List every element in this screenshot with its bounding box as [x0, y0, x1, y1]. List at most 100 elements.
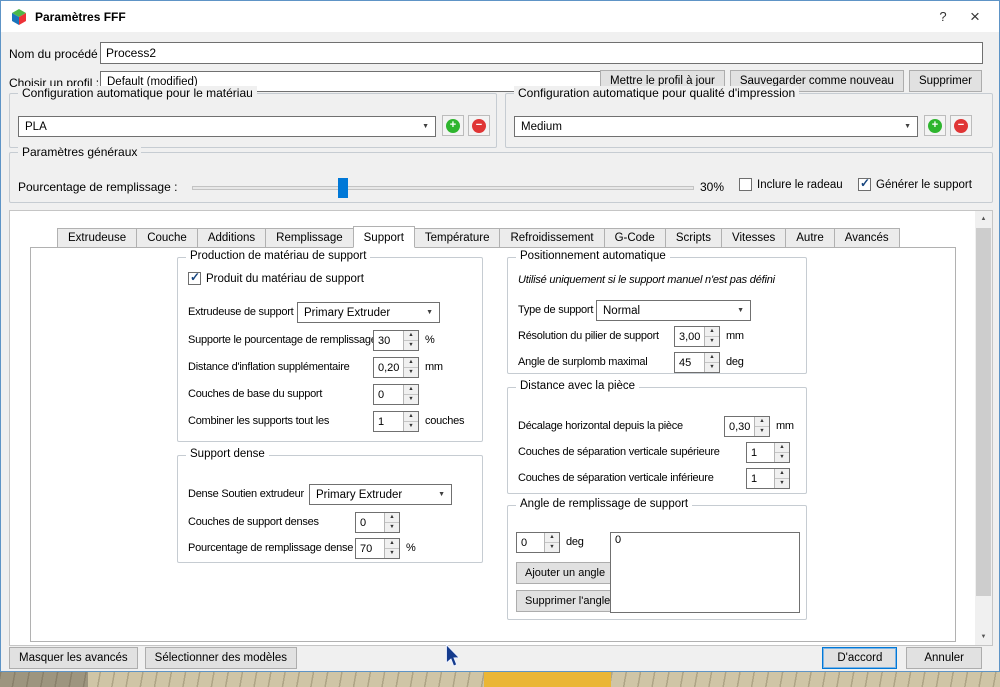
- dense-layers-spinbox[interactable]: 0 ▲▼: [355, 512, 400, 533]
- pillar-resolution-spinbox[interactable]: 3,00 ▲▼: [674, 326, 720, 347]
- tab-couche[interactable]: Couche: [136, 228, 198, 248]
- tab-support[interactable]: Support: [353, 226, 415, 248]
- placement-note: Utilisé uniquement si le support manuel …: [518, 274, 775, 286]
- spin-up-icon[interactable]: ▲: [545, 533, 559, 542]
- support-base-layers-label: Couches de base du support: [188, 388, 322, 401]
- title-bar[interactable]: Paramètres FFF ? ×: [1, 1, 999, 32]
- inflation-distance-spinbox[interactable]: 0,20 ▲▼: [373, 357, 419, 378]
- spin-up-icon[interactable]: ▲: [755, 417, 769, 426]
- hide-advanced-button[interactable]: Masquer les avancés: [9, 647, 138, 669]
- auto-quality-group: Configuration automatique pour qualité d…: [505, 93, 993, 148]
- angle-spinbox[interactable]: 0 ▲▼: [516, 532, 560, 553]
- list-item[interactable]: 0: [611, 533, 799, 547]
- spin-down-icon[interactable]: ▼: [404, 421, 418, 431]
- tab-remplissage[interactable]: Remplissage: [265, 228, 353, 248]
- mouse-cursor: [444, 644, 461, 671]
- cancel-button[interactable]: Annuler: [906, 647, 982, 669]
- tab-widget: ExtrudeuseCoucheAdditionsRemplissageSupp…: [30, 226, 960, 630]
- spin-down-icon[interactable]: ▼: [404, 367, 418, 377]
- support-type-value: Normal: [603, 305, 640, 317]
- spin-down-icon[interactable]: ▼: [404, 340, 418, 350]
- scroll-down-icon[interactable]: ▼: [975, 629, 992, 645]
- dense-support-group-title: Support dense: [186, 448, 269, 460]
- auto-material-group-title: Configuration automatique pour le matéri…: [18, 86, 257, 100]
- max-overhang-spinbox[interactable]: 45 ▲▼: [674, 352, 720, 373]
- support-extruder-select[interactable]: Primary Extruder ▼: [297, 302, 440, 323]
- tab-refroidissement[interactable]: Refroidissement: [499, 228, 604, 248]
- scrollbar-thumb[interactable]: [976, 228, 991, 596]
- dense-extruder-select[interactable]: Primary Extruder ▼: [309, 484, 452, 505]
- spin-down-icon[interactable]: ▼: [775, 452, 789, 462]
- spin-down-icon[interactable]: ▼: [545, 542, 559, 552]
- remove-material-button[interactable]: −: [468, 115, 490, 136]
- scroll-up-icon[interactable]: ▲: [975, 211, 992, 227]
- spin-up-icon[interactable]: ▲: [385, 539, 399, 548]
- unit-label: mm: [425, 361, 443, 374]
- support-infill-spinbox[interactable]: 30 ▲▼: [373, 330, 419, 351]
- quality-select[interactable]: Medium ▼: [514, 116, 918, 137]
- support-type-select[interactable]: Normal ▼: [596, 300, 751, 321]
- spin-up-icon[interactable]: ▲: [385, 513, 399, 522]
- spin-up-icon[interactable]: ▲: [775, 443, 789, 452]
- inflation-distance-label: Distance d'inflation supplémentaire: [188, 361, 350, 374]
- combine-supports-spinbox[interactable]: 1 ▲▼: [373, 411, 419, 432]
- desktop-background: [0, 672, 1000, 687]
- tab-autre[interactable]: Autre: [785, 228, 835, 248]
- spin-up-icon[interactable]: ▲: [705, 353, 719, 362]
- process-name-input[interactable]: [100, 42, 983, 64]
- tab-temperature[interactable]: Température: [414, 228, 501, 248]
- delete-profile-button[interactable]: Supprimer: [909, 70, 982, 92]
- spin-up-icon[interactable]: ▲: [404, 412, 418, 421]
- add-quality-button[interactable]: +: [924, 115, 946, 136]
- spin-down-icon[interactable]: ▼: [705, 336, 719, 346]
- slider-handle[interactable]: [338, 178, 348, 198]
- support-base-layers-spinbox[interactable]: 0 ▲▼: [373, 384, 419, 405]
- tab-additions[interactable]: Additions: [197, 228, 266, 248]
- spin-up-icon[interactable]: ▲: [404, 331, 418, 340]
- footer-left-buttons: Masquer les avancés Sélectionner des mod…: [9, 647, 297, 669]
- material-select[interactable]: PLA ▼: [18, 116, 436, 137]
- add-angle-button[interactable]: Ajouter un angle: [516, 562, 614, 584]
- tab-scripts[interactable]: Scripts: [665, 228, 722, 248]
- tab-vitesses[interactable]: Vitesses: [721, 228, 786, 248]
- spin-down-icon[interactable]: ▼: [385, 548, 399, 558]
- upper-separation-spinbox[interactable]: 1 ▲▼: [746, 442, 790, 463]
- plus-icon: +: [928, 119, 942, 133]
- support-angles-list[interactable]: 0: [610, 532, 800, 613]
- settings-scroll-area: ExtrudeuseCoucheAdditionsRemplissageSupp…: [9, 210, 993, 646]
- infill-percentage-value: 30%: [700, 180, 724, 194]
- remove-angle-button[interactable]: Supprimer l'angle: [516, 590, 619, 612]
- dense-infill-spinbox[interactable]: 70 ▲▼: [355, 538, 400, 559]
- part-separation-group-title: Distance avec la pièce: [516, 380, 639, 392]
- ok-button[interactable]: D'accord: [822, 647, 897, 669]
- select-models-button[interactable]: Sélectionner des modèles: [145, 647, 297, 669]
- tab-g-code[interactable]: G-Code: [604, 228, 666, 248]
- checkbox-box: [858, 178, 871, 191]
- vertical-scrollbar[interactable]: ▲ ▼: [975, 211, 992, 645]
- spin-up-icon[interactable]: ▲: [775, 469, 789, 478]
- build-plate-edge: [0, 672, 88, 687]
- spin-down-icon[interactable]: ▼: [705, 362, 719, 372]
- produce-support-material-checkbox[interactable]: Produit du matériau de support: [188, 272, 364, 285]
- remove-quality-button[interactable]: −: [950, 115, 972, 136]
- horizontal-offset-spinbox[interactable]: 0,30 ▲▼: [724, 416, 770, 437]
- add-material-button[interactable]: +: [442, 115, 464, 136]
- spin-up-icon[interactable]: ▲: [705, 327, 719, 336]
- close-icon[interactable]: ×: [959, 7, 991, 27]
- pillar-resolution-label: Résolution du pilier de support: [518, 330, 659, 343]
- spin-down-icon[interactable]: ▼: [755, 426, 769, 436]
- spin-up-icon[interactable]: ▲: [404, 358, 418, 367]
- help-icon[interactable]: ?: [927, 9, 959, 24]
- lower-separation-spinbox[interactable]: 1 ▲▼: [746, 468, 790, 489]
- spin-down-icon[interactable]: ▼: [385, 522, 399, 532]
- tab-extrudeuse[interactable]: Extrudeuse: [57, 228, 137, 248]
- tab-avances[interactable]: Avancés: [834, 228, 900, 248]
- unit-label: couches: [425, 415, 464, 428]
- spin-up-icon[interactable]: ▲: [404, 385, 418, 394]
- spin-down-icon[interactable]: ▼: [775, 478, 789, 488]
- infill-slider[interactable]: [192, 178, 694, 198]
- spin-down-icon[interactable]: ▼: [404, 394, 418, 404]
- slider-groove: [192, 186, 694, 190]
- generate-support-checkbox[interactable]: Générer le support: [858, 178, 972, 191]
- include-raft-checkbox[interactable]: Inclure le radeau: [739, 178, 843, 191]
